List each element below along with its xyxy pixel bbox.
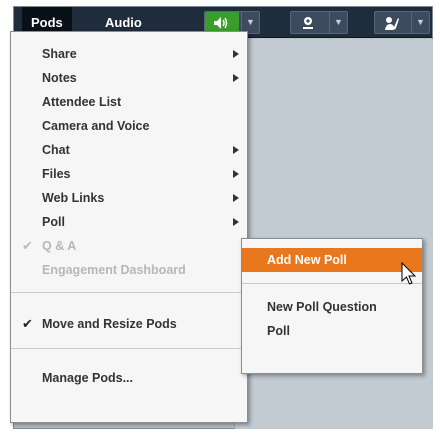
menu-item-poll[interactable]: Poll — [11, 210, 247, 234]
menu-item-label: Attendee List — [42, 95, 122, 109]
menu-divider — [11, 348, 247, 349]
menu-item-web-links[interactable]: Web Links — [11, 186, 247, 210]
menu-item-label: Chat — [42, 143, 70, 157]
raise-hand-button[interactable]: ▼ — [374, 11, 430, 34]
menu-item-share[interactable]: Share — [11, 42, 247, 66]
menu-divider — [11, 292, 247, 293]
pods-dropdown-menu: Share Notes Attendee List Camera and Voi… — [10, 31, 248, 423]
menu-item-move-and-resize-pods[interactable]: ✔ Move and Resize Pods — [11, 312, 247, 336]
menu-item-notes[interactable]: Notes — [11, 66, 247, 90]
menu-item-label: Web Links — [42, 191, 105, 205]
submenu-item-add-new-poll[interactable]: Add New Poll — [242, 248, 422, 272]
checkmark-icon: ✔ — [22, 316, 33, 331]
submenu-divider — [242, 283, 422, 284]
camera-icon — [291, 12, 325, 33]
menu-item-label: Files — [42, 167, 71, 181]
camera-options-arrow-icon[interactable]: ▼ — [329, 12, 347, 33]
submenu-arrow-icon — [233, 194, 239, 202]
menu-item-attendee-list[interactable]: Attendee List — [11, 90, 247, 114]
submenu-item-label: Add New Poll — [267, 253, 347, 267]
menu-item-label: Notes — [42, 71, 77, 85]
mouse-cursor-icon — [401, 262, 417, 285]
menu-item-chat[interactable]: Chat — [11, 138, 247, 162]
submenu-item-label: Poll — [267, 324, 290, 338]
speaker-options-arrow-icon[interactable]: ▼ — [241, 12, 259, 33]
menu-item-engagement-dashboard: Engagement Dashboard — [11, 258, 247, 282]
submenu-arrow-icon — [233, 74, 239, 82]
submenu-item-poll[interactable]: Poll — [242, 319, 422, 343]
submenu-arrow-icon — [233, 170, 239, 178]
camera-button[interactable]: ▼ — [290, 11, 348, 34]
submenu-item-label: New Poll Question — [267, 300, 377, 314]
menu-item-label: Move and Resize Pods — [42, 317, 177, 331]
poll-submenu: Add New Poll New Poll Question Poll — [241, 238, 423, 374]
menu-item-label: Poll — [42, 215, 65, 229]
menu-item-label: Q & A — [42, 239, 77, 253]
submenu-arrow-icon — [233, 218, 239, 226]
menu-item-manage-pods[interactable]: Manage Pods... — [11, 366, 247, 390]
submenu-item-new-poll-question[interactable]: New Poll Question — [242, 295, 422, 319]
menu-item-label: Camera and Voice — [42, 119, 150, 133]
checkmark-icon: ✔ — [22, 238, 33, 253]
menu-item-label: Share — [42, 47, 77, 61]
submenu-arrow-icon — [233, 146, 239, 154]
menu-item-q-and-a: ✔ Q & A — [11, 234, 247, 258]
menu-item-label: Manage Pods... — [42, 371, 133, 385]
menu-item-files[interactable]: Files — [11, 162, 247, 186]
raise-hand-icon — [375, 12, 409, 33]
menu-item-label: Engagement Dashboard — [42, 263, 186, 277]
submenu-arrow-icon — [233, 50, 239, 58]
menu-item-camera-and-voice[interactable]: Camera and Voice — [11, 114, 247, 138]
status-options-arrow-icon[interactable]: ▼ — [411, 12, 429, 33]
speaker-icon — [205, 12, 239, 33]
